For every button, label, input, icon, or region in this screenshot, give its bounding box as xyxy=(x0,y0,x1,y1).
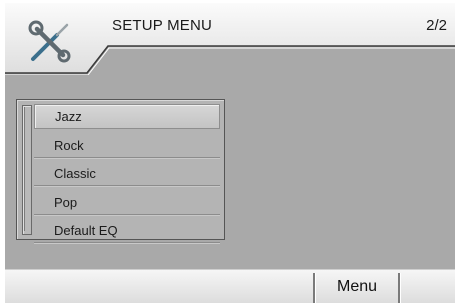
list-item-pop[interactable]: Pop xyxy=(34,191,220,215)
list-item-label: Jazz xyxy=(55,109,82,124)
setup-screen: SETUP MENU 2/2 Jazz Rock Classic Pop Def… xyxy=(5,3,455,303)
list-item-label: Pop xyxy=(54,194,78,210)
list-item-classic[interactable]: Classic xyxy=(34,162,220,187)
list-item-label: Classic xyxy=(54,166,96,182)
scrollbar[interactable] xyxy=(22,105,32,235)
page-title: SETUP MENU xyxy=(112,17,213,34)
menu-button[interactable]: Menu xyxy=(315,270,399,303)
list-item-label: Default EQ xyxy=(54,223,118,239)
list-item-rock[interactable]: Rock xyxy=(34,134,220,158)
eq-list-panel: Jazz Rock Classic Pop Default EQ xyxy=(16,99,225,244)
page-indicator: 2/2 xyxy=(426,17,447,34)
list-item-default-eq[interactable]: Default EQ xyxy=(34,219,220,244)
eq-list: Jazz Rock Classic Pop Default EQ xyxy=(34,104,220,248)
footer-divider xyxy=(398,273,400,303)
list-item-jazz[interactable]: Jazz xyxy=(34,104,220,129)
scrollbar-thumb[interactable] xyxy=(24,107,29,231)
header-bar: SETUP MENU 2/2 xyxy=(5,3,455,75)
list-item-label: Rock xyxy=(54,137,84,153)
footer-bar: Menu xyxy=(5,269,455,303)
